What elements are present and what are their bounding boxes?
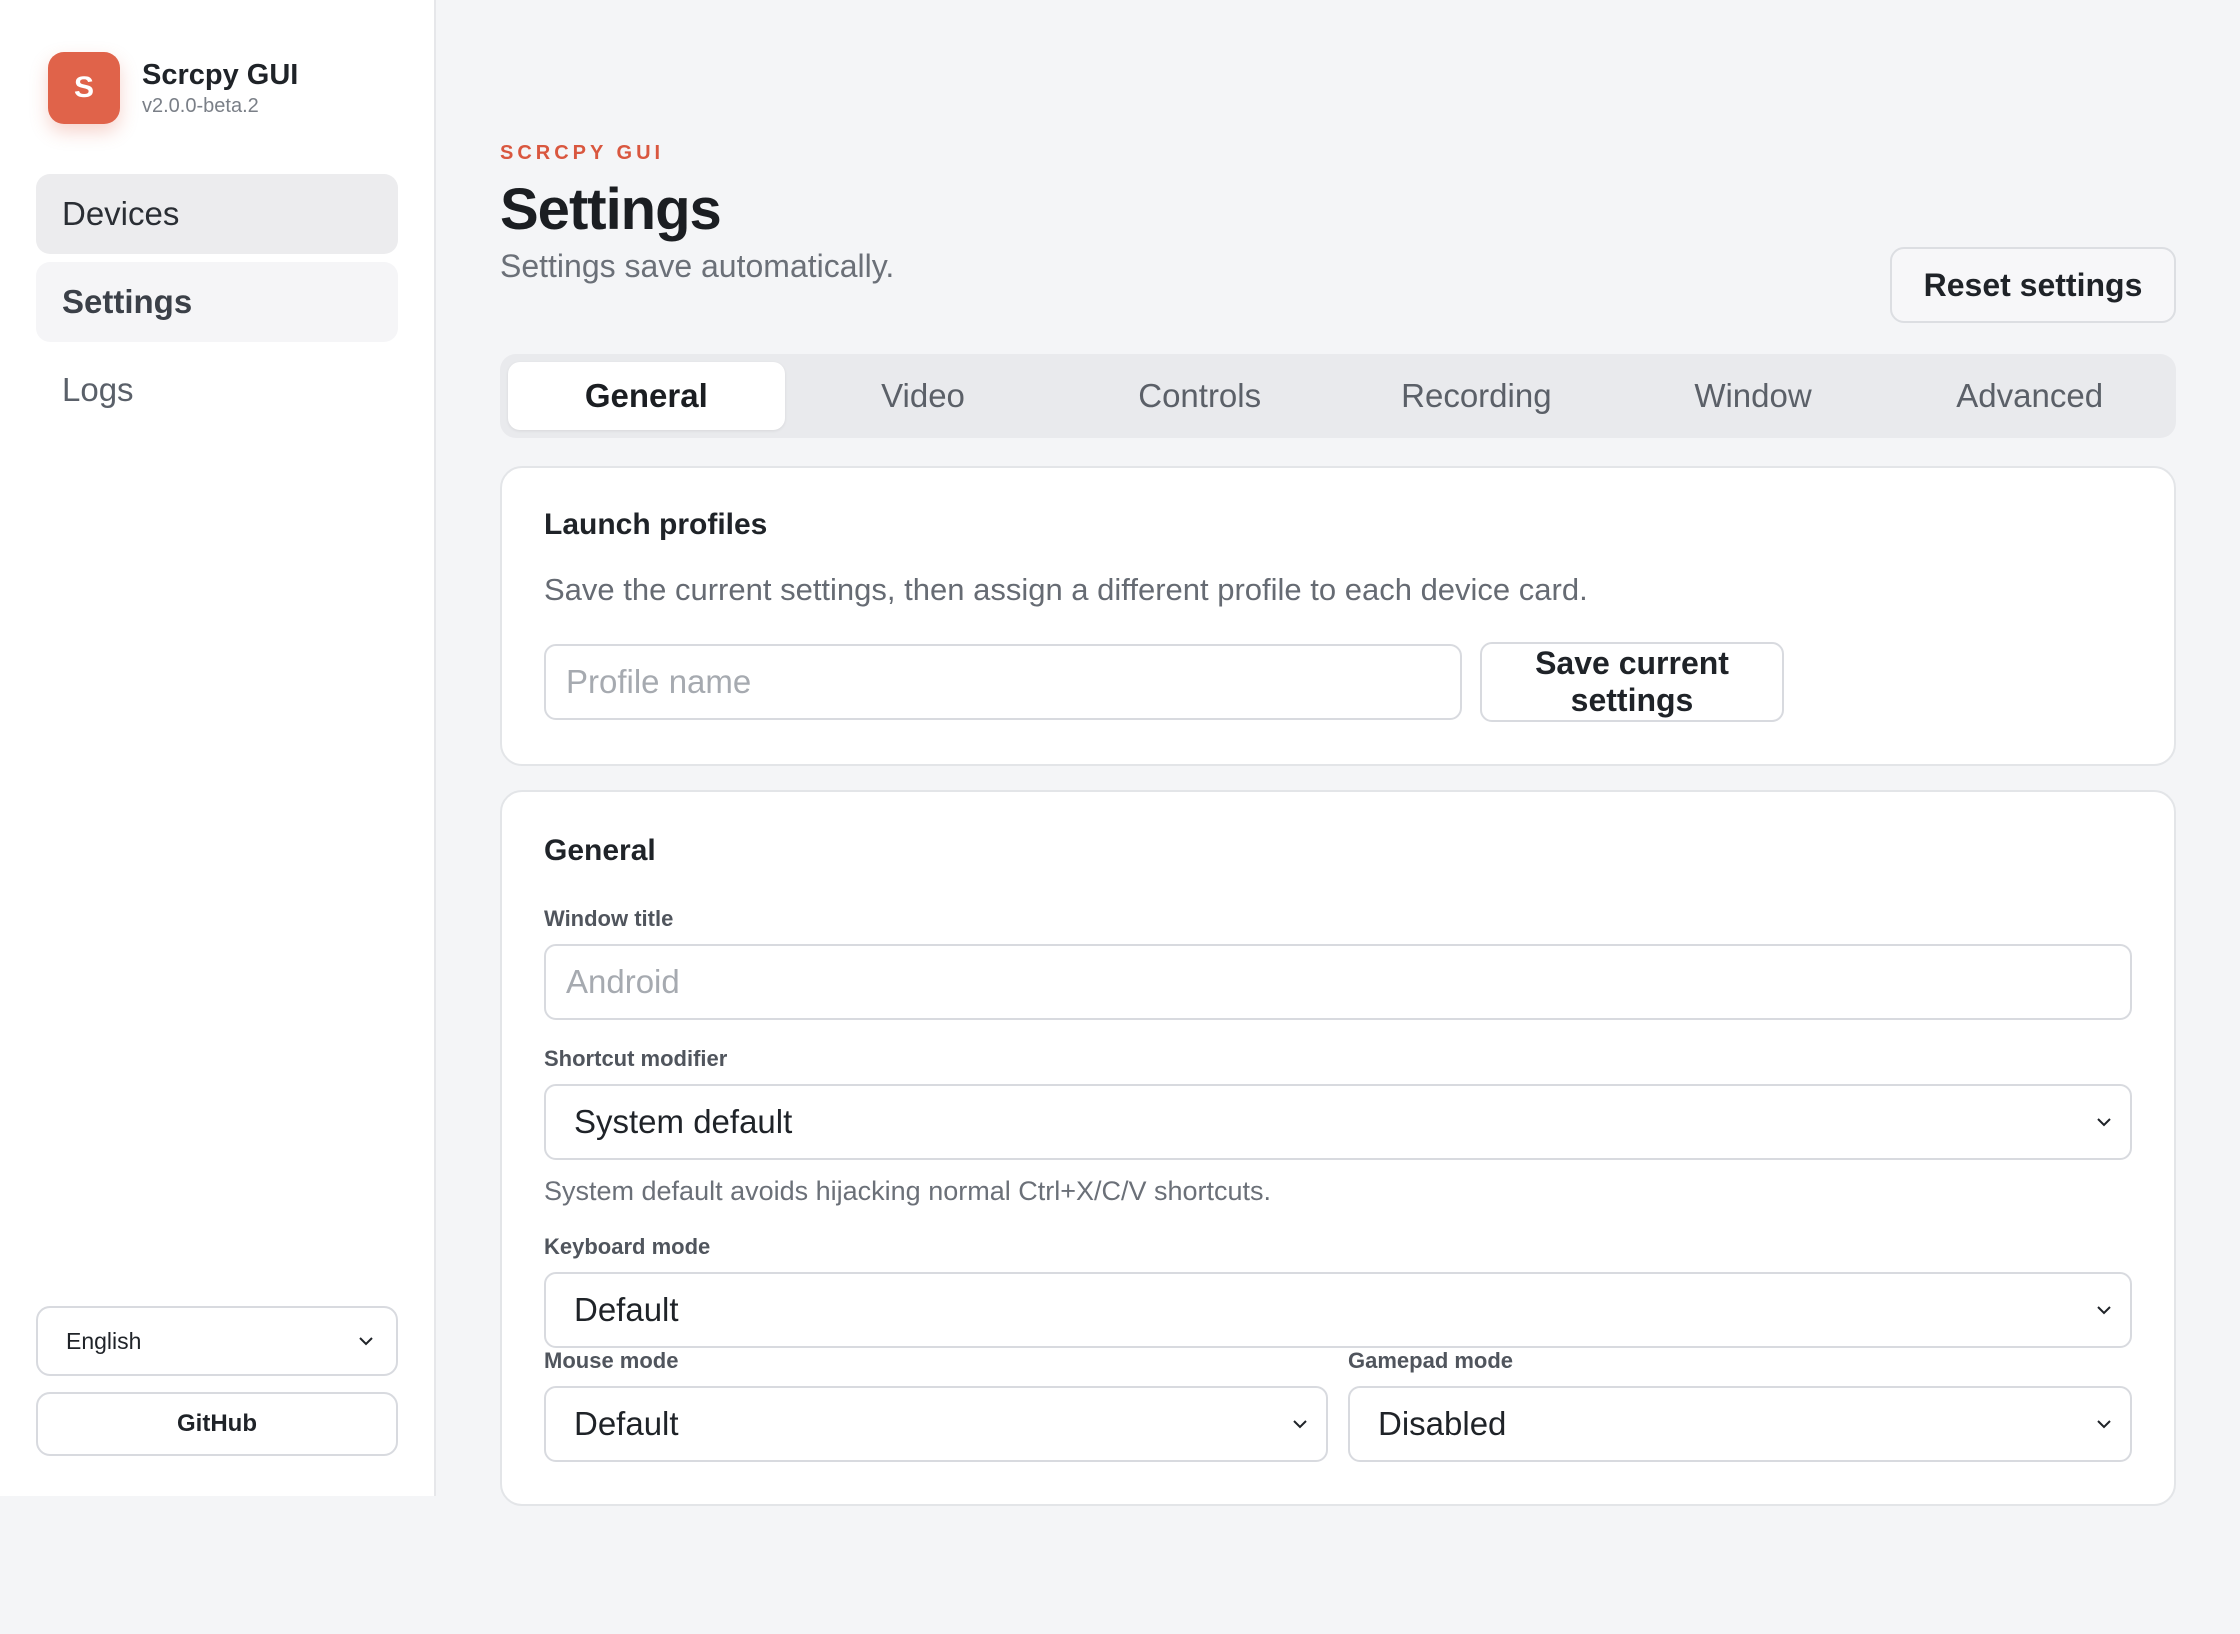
launch-profiles-card: Launch profiles Save the current setting… <box>500 466 2176 766</box>
page-subtitle: Settings save automatically. <box>500 248 895 284</box>
tab-window[interactable]: Window <box>1615 362 1892 430</box>
gamepad-mode-label: Gamepad mode <box>1348 1348 1514 1373</box>
shortcut-modifier-select[interactable]: System default <box>544 1084 2132 1160</box>
chevron-down-icon <box>2097 1420 2111 1429</box>
language-select[interactable]: English <box>36 1306 398 1376</box>
brand-text: Scrcpy GUI v2.0.0-beta.2 <box>142 57 298 119</box>
sidebar-item-settings[interactable]: Settings <box>36 262 398 342</box>
tab-controls[interactable]: Controls <box>1061 362 1338 430</box>
sidebar-nav: Devices Settings Logs <box>36 174 398 438</box>
app-logo: S <box>48 52 120 124</box>
profile-name-input[interactable] <box>544 644 1462 720</box>
chevron-down-icon <box>1293 1420 1307 1429</box>
eyebrow: SCRCPY GUI <box>500 142 665 164</box>
keyboard-mode-label: Keyboard mode <box>544 1234 711 1259</box>
settings-tabs: General Video Controls Recording Window … <box>500 354 2176 438</box>
card-title: Launch profiles <box>544 508 768 541</box>
sidebar-item-devices[interactable]: Devices <box>36 174 398 254</box>
brand: S Scrcpy GUI v2.0.0-beta.2 <box>48 52 298 124</box>
sidebar-item-logs[interactable]: Logs <box>36 350 398 430</box>
app-version: v2.0.0-beta.2 <box>142 95 259 117</box>
sidebar: S Scrcpy GUI v2.0.0-beta.2 Devices Setti… <box>0 0 436 1496</box>
card-title: General <box>544 834 656 867</box>
keyboard-mode-selected: Default <box>574 1291 679 1328</box>
window-title-label: Window title <box>544 906 674 931</box>
tab-recording[interactable]: Recording <box>1338 362 1615 430</box>
chevron-down-icon <box>2097 1306 2111 1315</box>
gamepad-mode-select[interactable]: Disabled <box>1348 1386 2132 1462</box>
general-settings-card: General Window title Shortcut modifier S… <box>500 790 2176 1506</box>
github-button[interactable]: GitHub <box>36 1392 398 1456</box>
tab-advanced[interactable]: Advanced <box>1891 362 2168 430</box>
app-name: Scrcpy GUI <box>142 59 299 91</box>
reset-settings-button[interactable]: Reset settings <box>1890 247 2176 323</box>
tab-video[interactable]: Video <box>785 362 1062 430</box>
window-title-input[interactable] <box>544 944 2132 1020</box>
save-current-settings-button[interactable]: Save current settings <box>1480 642 1784 722</box>
chevron-down-icon <box>2097 1118 2111 1127</box>
mouse-mode-select[interactable]: Default <box>544 1386 1328 1462</box>
shortcut-modifier-hint: System default avoids hijacking normal C… <box>544 1176 1272 1206</box>
tab-general[interactable]: General <box>508 362 785 430</box>
language-selected: English <box>66 1327 142 1354</box>
mouse-mode-selected: Default <box>574 1405 679 1442</box>
chevron-down-icon <box>359 1337 373 1346</box>
keyboard-mode-select[interactable]: Default <box>544 1272 2132 1348</box>
card-description: Save the current settings, then assign a… <box>544 572 1588 607</box>
shortcut-modifier-label: Shortcut modifier <box>544 1046 728 1071</box>
page-title: Settings <box>500 177 722 242</box>
gamepad-mode-selected: Disabled <box>1378 1405 1507 1442</box>
mouse-mode-label: Mouse mode <box>544 1348 679 1373</box>
shortcut-modifier-selected: System default <box>574 1103 793 1140</box>
